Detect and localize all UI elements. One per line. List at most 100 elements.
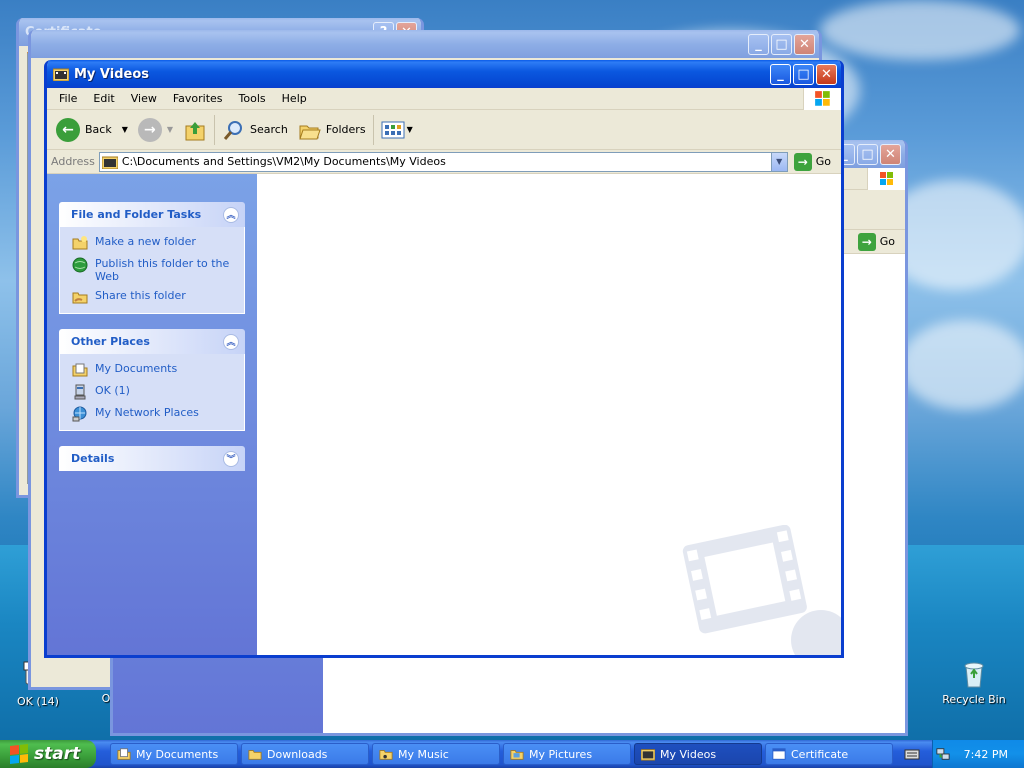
- go-arrow-icon: →: [857, 232, 876, 251]
- windows-logo-icon: [10, 744, 28, 764]
- details-panel: Details ︾: [59, 446, 245, 471]
- menu-favorites[interactable]: Favorites: [165, 92, 231, 105]
- chevron-down-icon[interactable]: ︾: [223, 450, 239, 467]
- share-folder-icon: [72, 289, 88, 305]
- menu-edit[interactable]: Edit: [85, 92, 122, 105]
- new-folder-icon: [72, 235, 88, 251]
- task-make-new-folder[interactable]: Make a new folder: [72, 235, 236, 251]
- standard-toolbar: ← Back ▼ → ▼ Search Folders ▼: [47, 110, 841, 150]
- views-icon: [381, 120, 405, 140]
- maximize-button[interactable]: □: [771, 33, 792, 55]
- taskbar: start My Documents Downloads My Music My…: [0, 740, 1024, 768]
- other-places-header[interactable]: Other Places ︽: [59, 329, 245, 354]
- windows-flag-icon: [867, 168, 905, 190]
- menu-tools[interactable]: Tools: [231, 92, 274, 105]
- other-places-panel: Other Places ︽ My Documents OK (1) My Ne…: [59, 329, 245, 431]
- address-label: Address: [51, 155, 95, 168]
- toolbar-separator: [372, 114, 374, 145]
- file-list-area[interactable]: [257, 174, 841, 655]
- menu-file[interactable]: File: [51, 92, 85, 105]
- chevron-down-icon[interactable]: ▼: [122, 125, 128, 134]
- toolbar-separator: [214, 114, 216, 145]
- desktop-icon-label: OK (14): [17, 695, 59, 708]
- close-button[interactable]: ✕: [794, 33, 815, 55]
- pictures-folder-icon: [510, 747, 524, 761]
- film-watermark-icon: [682, 525, 841, 655]
- background-titlebar[interactable]: _ □ ✕: [31, 30, 819, 58]
- my-videos-titlebar[interactable]: My Videos _ □ ✕: [47, 60, 841, 88]
- taskbar-item-my-documents[interactable]: My Documents: [110, 743, 238, 765]
- address-bar: Address C:\Documents and Settings\VM2\My…: [47, 150, 841, 174]
- task-publish-to-web[interactable]: Publish this folder to the Web: [72, 257, 236, 283]
- go-button[interactable]: → Go: [852, 232, 905, 251]
- go-arrow-icon: →: [793, 152, 812, 171]
- task-pane: File and Folder Tasks ︽ Make a new folde…: [47, 174, 257, 655]
- system-tray: 7:42 PM: [932, 740, 1024, 768]
- taskbar-item-my-pictures[interactable]: My Pictures: [503, 743, 631, 765]
- menu-view[interactable]: View: [123, 92, 165, 105]
- close-button[interactable]: ✕: [816, 63, 837, 85]
- search-icon: [222, 118, 246, 142]
- back-button[interactable]: ← Back ▼: [51, 113, 133, 147]
- address-field[interactable]: C:\Documents and Settings\VM2\My Documen…: [98, 151, 788, 172]
- network-tray-icon[interactable]: [936, 747, 950, 761]
- search-button[interactable]: Search: [217, 113, 293, 147]
- taskbar-buttons: My Documents Downloads My Music My Pictu…: [96, 743, 896, 765]
- start-button[interactable]: start: [0, 740, 96, 768]
- file-folder-tasks-body: Make a new folder Publish this folder to…: [59, 227, 245, 314]
- globe-icon: [72, 257, 88, 273]
- folders-button[interactable]: Folders: [293, 113, 371, 147]
- task-share-folder[interactable]: Share this folder: [72, 289, 236, 305]
- documents-folder-icon: [72, 362, 88, 378]
- network-places-icon: [72, 406, 88, 422]
- desktop: 32 OK (14) Recycle Bin O Certificate ? ✕…: [0, 0, 1024, 740]
- taskbar-item-my-videos[interactable]: My Videos: [634, 743, 762, 765]
- window-title: My Videos: [74, 66, 150, 82]
- windows-flag-icon: [803, 88, 841, 110]
- views-button[interactable]: ▼: [376, 113, 418, 147]
- music-folder-icon: [379, 747, 393, 761]
- up-folder-button[interactable]: [178, 113, 212, 147]
- back-arrow-icon: ←: [56, 117, 80, 142]
- taskbar-item-certificate[interactable]: Certificate: [765, 743, 893, 765]
- place-my-network-places[interactable]: My Network Places: [72, 406, 236, 422]
- sky-cloud: [900, 320, 1024, 410]
- taskbar-item-downloads[interactable]: Downloads: [241, 743, 369, 765]
- close-button[interactable]: ✕: [880, 143, 901, 165]
- desktop-icon-recycle-bin[interactable]: Recycle Bin: [942, 658, 1006, 706]
- maximize-button[interactable]: □: [793, 63, 814, 85]
- place-ok[interactable]: OK (1): [72, 384, 236, 400]
- chevron-up-icon[interactable]: ︽: [223, 206, 239, 223]
- details-header[interactable]: Details ︾: [59, 446, 245, 471]
- maximize-button[interactable]: □: [857, 143, 878, 165]
- place-my-documents[interactable]: My Documents: [72, 362, 236, 378]
- videos-folder-icon: [53, 67, 69, 81]
- recycle-bin-icon: [958, 658, 990, 690]
- desktop-icon-label: Recycle Bin: [942, 693, 1006, 706]
- forward-arrow-icon: →: [137, 117, 162, 142]
- clock[interactable]: 7:42 PM: [964, 748, 1008, 761]
- my-videos-window[interactable]: My Videos _ □ ✕ File Edit View Favorites…: [44, 60, 844, 658]
- minimize-button[interactable]: _: [748, 33, 769, 55]
- keyboard-icon[interactable]: [904, 747, 920, 761]
- address-dropdown-button[interactable]: ▼: [770, 152, 787, 171]
- chevron-up-icon[interactable]: ︽: [223, 333, 239, 350]
- menu-bar: File Edit View Favorites Tools Help: [47, 88, 841, 110]
- folders-icon: [298, 118, 322, 142]
- chevron-down-icon[interactable]: ▼: [167, 125, 173, 134]
- videos-folder-icon: [101, 155, 118, 169]
- explorer-content: File and Folder Tasks ︽ Make a new folde…: [47, 174, 841, 655]
- file-folder-tasks-panel: File and Folder Tasks ︽ Make a new folde…: [59, 202, 245, 314]
- file-folder-tasks-header[interactable]: File and Folder Tasks ︽: [59, 202, 245, 227]
- videos-folder-icon: [640, 747, 656, 761]
- chevron-down-icon[interactable]: ▼: [407, 125, 413, 134]
- forward-button[interactable]: → ▼: [133, 113, 178, 147]
- window-icon: [772, 747, 786, 761]
- go-button[interactable]: → Go: [788, 152, 841, 171]
- other-places-body: My Documents OK (1) My Network Places: [59, 354, 245, 431]
- computer-icon: [72, 384, 88, 400]
- menu-help[interactable]: Help: [274, 92, 315, 105]
- taskbar-item-my-music[interactable]: My Music: [372, 743, 500, 765]
- minimize-button[interactable]: _: [770, 63, 791, 85]
- folder-icon: [248, 747, 262, 761]
